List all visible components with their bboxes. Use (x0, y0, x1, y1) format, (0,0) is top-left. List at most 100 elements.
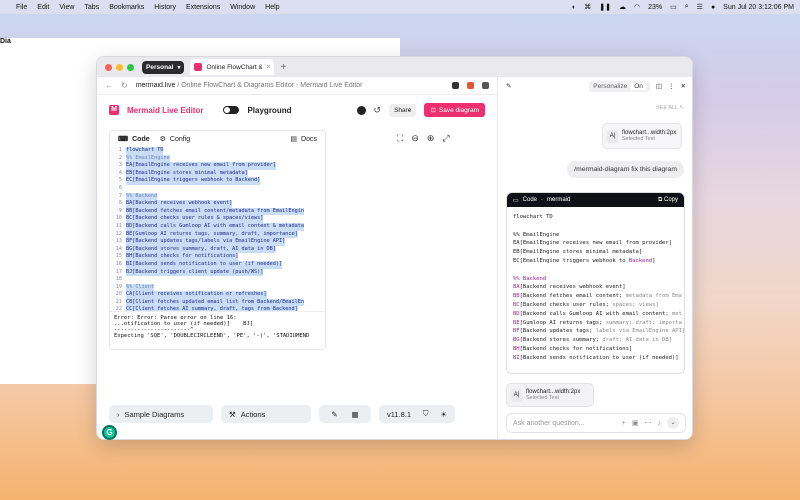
menu-help[interactable]: Help (265, 4, 279, 11)
code-line[interactable]: 11 BD[Backend calls Gumloop AI with emai… (110, 222, 325, 231)
save-diagram-button[interactable]: ⊡ Save diagram (424, 103, 485, 117)
fit-icon[interactable]: ⛶ (397, 133, 403, 144)
minimize-window-button[interactable] (116, 63, 123, 71)
menu-tabs[interactable]: Tabs (84, 4, 99, 11)
tab-config[interactable]: ⚙ Config (160, 135, 191, 144)
profile-switcher[interactable]: Personal ▾ (142, 60, 185, 74)
line-number: 21 (110, 298, 126, 307)
see-all-link[interactable]: SEE ALL ↖ (656, 105, 684, 111)
history-icon[interactable]: ↺ (374, 105, 382, 116)
menu-extensions[interactable]: Extensions (186, 4, 220, 11)
battery-icon[interactable]: ▭ (670, 3, 677, 11)
menu-file[interactable]: File (16, 4, 27, 11)
code-line[interactable]: 6 (110, 184, 325, 193)
new-tab-button[interactable]: + (280, 62, 286, 73)
ask-input[interactable]: Ask another question... + ▣ ⋯ ♪ ⌄ (506, 413, 686, 433)
new-chat-icon[interactable]: ✎ (506, 82, 511, 90)
code-line[interactable]: 1 flowchart TD (110, 147, 325, 155)
zoom-out-icon[interactable]: ⊖ (411, 133, 419, 144)
zoom-in-icon[interactable]: ⊕ (427, 133, 435, 144)
code-line[interactable]: 5 EC[EmailEngine triggers webhook to Bac… (110, 177, 325, 185)
mermaid-logo-icon[interactable]: M (109, 105, 119, 115)
code-line[interactable]: 19 %% Client (110, 283, 325, 292)
wifi-icon[interactable]: ◠ (634, 3, 640, 11)
code-line[interactable]: 20 CA[Client receives notification or re… (110, 291, 325, 299)
extension-icon[interactable] (452, 82, 459, 89)
code-block-line: EB[EmailEngine stores minimal metadata] (513, 249, 643, 256)
sun-icon[interactable]: ☀ (440, 410, 447, 419)
code-text: CA[Client receives notification or refre… (126, 291, 267, 299)
add-icon[interactable]: + (622, 420, 626, 427)
attach-subtitle: Selected Text (526, 395, 559, 401)
menu-history[interactable]: History (154, 4, 176, 11)
menu-bookmarks[interactable]: Bookmarks (109, 4, 144, 11)
code-line[interactable]: 2 %% EmailEngine (110, 154, 325, 163)
code-line[interactable]: 18 (110, 276, 325, 284)
close-tab-icon[interactable]: × (266, 64, 270, 71)
menu-edit[interactable]: Edit (37, 4, 49, 11)
status-icon[interactable]: ◐ (572, 4, 576, 11)
tab-code[interactable]: ⌨ Code (118, 135, 150, 144)
code-line[interactable]: 21 CB[Client fetches updated email list … (110, 298, 325, 307)
sample-diagrams-button[interactable]: › Sample Diagrams (109, 405, 213, 423)
app-brand[interactable]: Mermaid Live Editor (127, 106, 203, 115)
clock[interactable]: Sun Jul 20 3:12:06 PM (723, 4, 794, 11)
code-line[interactable]: 3 EA[EmailEngine receives new email from… (110, 162, 325, 170)
close-window-button[interactable] (105, 63, 112, 71)
code-text: flowchart TD (126, 147, 164, 155)
code-line[interactable]: 10 BC[Backend checks user rules & spaces… (110, 215, 325, 223)
sidebar-layout-icon[interactable]: ◫ (656, 82, 662, 90)
code-editor[interactable]: 1 flowchart TD 2 %% EmailEngine 3 EA[EmailE… (110, 147, 325, 311)
code-line[interactable]: 15 BH[Backend checks for notifications] (110, 253, 325, 261)
back-icon[interactable]: ← (105, 81, 113, 90)
code-line[interactable]: 14 BG[Backend stores summary, draft, AI … (110, 245, 325, 254)
code-line[interactable]: 7 %% Backend (110, 192, 325, 201)
code-line[interactable]: 16 BI[Backend sends notification to user… (110, 260, 325, 269)
screenshot-icon[interactable]: ▣ (632, 419, 639, 427)
mic-icon[interactable]: ♪ (658, 420, 662, 427)
send-button[interactable]: ⌄ (667, 417, 679, 429)
copy-button[interactable]: ⧉ Copy (658, 197, 678, 204)
code-text: %% EmailEngine (126, 154, 170, 163)
code-block-lang: mermaid (547, 197, 571, 203)
control-center-icon[interactable]: ☰ (697, 3, 703, 11)
code-line[interactable]: 13 BF[Backend updates tags/labels via Em… (110, 238, 325, 246)
url-field[interactable]: mermaid.live / Online FlowChart & Diagra… (136, 82, 444, 89)
more-icon[interactable]: ⋯ (645, 419, 652, 427)
share-button[interactable]: Share (389, 103, 417, 117)
code-line[interactable]: 9 BB[Backend fetches email content/metad… (110, 207, 325, 216)
code-line[interactable]: 12 BE[Gumloop AI returns tags, summary, … (110, 230, 325, 239)
grid-icon[interactable]: ▦ (351, 410, 358, 419)
attached-text-chip[interactable]: A| flowchart...width:2px Selected Text (506, 383, 594, 407)
selected-text-chip[interactable]: A| flowchart...width:2px Selected Text (602, 123, 682, 149)
code-line[interactable]: 4 EB[EmailEngine stores minimal metadata… (110, 169, 325, 178)
text-file-icon: A| (607, 129, 618, 143)
menu-window[interactable]: Window (230, 4, 255, 11)
shield-icon[interactable]: ⛉ (423, 409, 429, 419)
grammarly-icon[interactable]: G (102, 425, 117, 440)
close-icon[interactable]: ✕ (681, 82, 686, 90)
personalize-toggle[interactable]: Personalize On (589, 80, 650, 92)
more-icon[interactable]: ⋮ (668, 82, 675, 90)
code-line[interactable]: 8 BA[Backend receives webhook event] (110, 200, 325, 208)
status-icon[interactable]: ☁ (619, 3, 626, 11)
github-icon[interactable] (356, 105, 366, 115)
tab-code-label: Code (132, 135, 150, 143)
status-icon[interactable]: ❚❚ (599, 3, 611, 11)
zoom-window-button[interactable] (127, 63, 134, 71)
siri-icon[interactable]: ● (711, 4, 715, 11)
brave-shield-icon[interactable] (467, 82, 474, 89)
code-line[interactable]: 17 BJ[Backend triggers client update (pu… (110, 268, 325, 277)
search-icon[interactable]: ⌕ (685, 3, 689, 11)
fullscreen-icon[interactable]: ⤢ (442, 133, 449, 144)
playground-toggle[interactable] (223, 106, 240, 114)
tab-active[interactable]: Online FlowChart & Dia × (190, 59, 275, 75)
extension-icon[interactable] (482, 82, 489, 89)
pen-icon[interactable]: ✎ (331, 410, 337, 419)
user-text: fix this diagram (629, 166, 677, 173)
actions-button[interactable]: ⚒ Actions (221, 405, 311, 423)
status-icon[interactable]: ⌘ (584, 3, 591, 11)
menu-view[interactable]: View (59, 4, 74, 11)
reload-icon[interactable]: ↻ (121, 81, 128, 90)
docs-link[interactable]: ▤ Docs (290, 135, 317, 144)
